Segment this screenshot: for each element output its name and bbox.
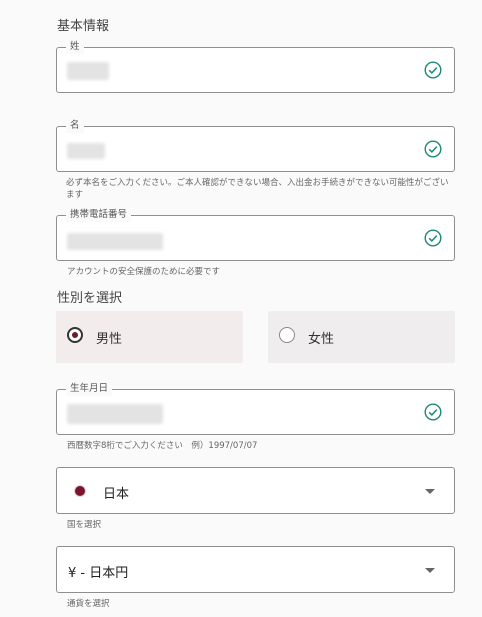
radio-selected-icon — [67, 327, 83, 343]
phone-label: 携帯電話番号 — [66, 208, 132, 222]
phone-field[interactable]: 携帯電話番号 — [56, 208, 455, 261]
gender-option-female[interactable]: 女性 — [268, 311, 455, 363]
birthdate-value-redacted — [67, 404, 163, 424]
check-circle-icon — [424, 229, 442, 247]
last-name-value-redacted — [67, 62, 109, 80]
first-name-label: 名 — [66, 119, 84, 133]
first-name-field[interactable]: 名 — [56, 119, 455, 172]
birthdate-helper: 西暦数字8桁でご入力ください 例）1997/07/07 — [67, 441, 258, 451]
gender-female-label: 女性 — [308, 332, 335, 347]
radio-unselected-icon — [279, 327, 295, 343]
last-name-label: 姓 — [66, 40, 84, 54]
country-helper: 国を選択 — [67, 520, 102, 530]
chevron-down-icon — [425, 568, 435, 573]
currency-select[interactable]: ¥ - 日本円 — [56, 546, 455, 593]
gender-title: 性別を選択 — [57, 291, 123, 306]
check-circle-icon — [424, 61, 442, 79]
japan-flag-icon — [75, 486, 85, 496]
phone-helper: アカウントの安全保護のために必要です — [67, 267, 221, 277]
gender-male-label: 男性 — [96, 332, 123, 347]
last-name-field[interactable]: 姓 — [56, 40, 455, 93]
country-value: 日本 — [103, 487, 130, 502]
country-select[interactable]: 日本 — [56, 467, 455, 514]
check-circle-icon — [424, 403, 442, 421]
gender-option-male[interactable]: 男性 — [56, 311, 243, 363]
first-name-value-redacted — [67, 143, 105, 159]
birthdate-label: 生年月日 — [66, 382, 113, 396]
currency-helper: 通貨を選択 — [67, 599, 110, 609]
phone-value-redacted — [67, 233, 163, 250]
first-name-helper: 必ず本名をご入力ください。ご本人確認ができない場合、入出金お手続きができない可能… — [66, 178, 449, 200]
birthdate-field[interactable]: 生年月日 — [56, 382, 455, 435]
currency-value: ¥ - 日本円 — [68, 566, 129, 581]
section-title: 基本情報 — [57, 19, 110, 34]
chevron-down-icon — [425, 489, 435, 494]
check-circle-icon — [424, 140, 442, 158]
